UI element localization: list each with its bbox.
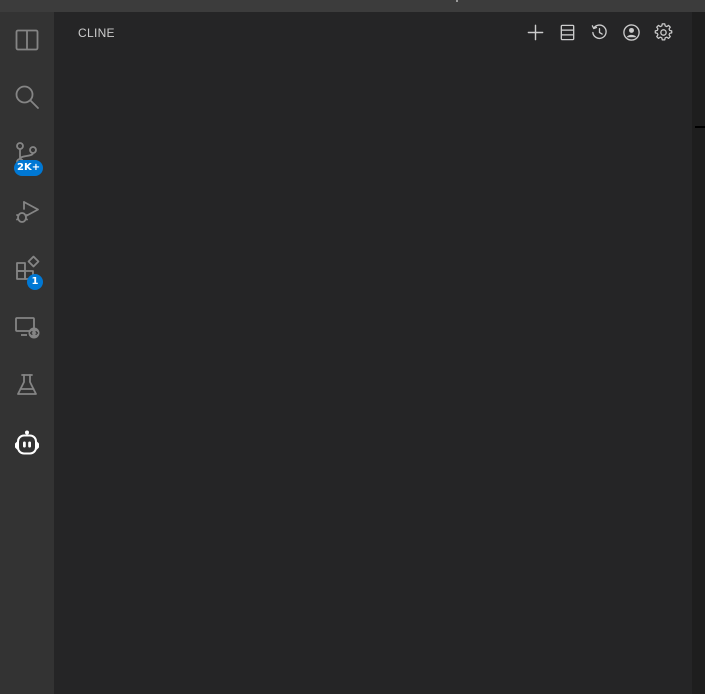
history-button[interactable] bbox=[586, 20, 612, 44]
settings-button[interactable] bbox=[650, 20, 676, 44]
title-bar bbox=[0, 0, 705, 12]
account-icon bbox=[622, 23, 640, 41]
source-control-badge: 2K+ bbox=[14, 160, 44, 176]
activity-search[interactable] bbox=[0, 73, 54, 121]
run-debug-icon bbox=[16, 201, 39, 223]
remote-explorer-icon bbox=[15, 317, 40, 339]
settings-icon bbox=[654, 22, 672, 41]
activity-bar: 2K+ 1 bbox=[0, 12, 54, 694]
mcp-servers-icon bbox=[560, 24, 574, 40]
search-icon bbox=[15, 85, 39, 109]
activity-remote-explorer[interactable] bbox=[0, 303, 54, 351]
editor-edge bbox=[692, 12, 705, 694]
history-icon bbox=[591, 23, 607, 39]
activity-extensions[interactable]: 1 bbox=[0, 245, 54, 293]
activity-run-debug[interactable] bbox=[0, 187, 54, 235]
account-button[interactable] bbox=[618, 20, 644, 44]
cline-robot-icon bbox=[15, 430, 39, 455]
editor-edge-mark bbox=[695, 126, 705, 128]
extensions-badge: 1 bbox=[27, 274, 43, 290]
title-bar-mark bbox=[456, 0, 458, 2]
new-task-button[interactable] bbox=[522, 20, 548, 44]
panel-title: CLINE bbox=[78, 26, 115, 40]
mcp-servers-button[interactable] bbox=[554, 20, 580, 44]
panel-toolbar bbox=[522, 20, 676, 44]
activity-explorer[interactable] bbox=[0, 16, 54, 64]
new-task-icon bbox=[527, 24, 543, 40]
activity-source-control[interactable]: 2K+ bbox=[0, 130, 54, 178]
activity-testing[interactable] bbox=[0, 361, 54, 409]
cline-side-panel: CLINE bbox=[54, 12, 692, 694]
testing-icon bbox=[17, 374, 37, 395]
explorer-icon bbox=[15, 29, 39, 51]
activity-cline[interactable] bbox=[0, 419, 54, 467]
